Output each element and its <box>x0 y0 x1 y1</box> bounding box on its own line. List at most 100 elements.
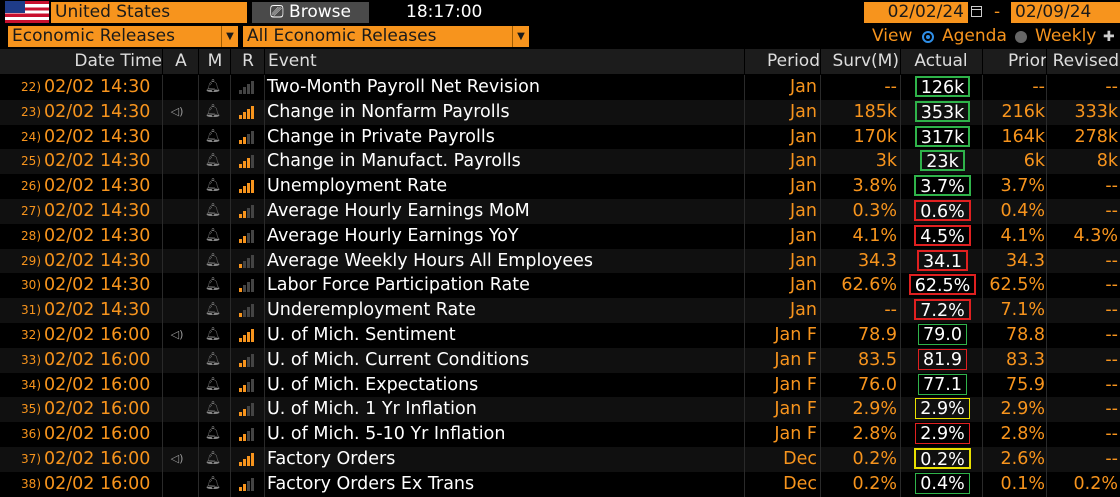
event-name[interactable]: Two-Month Payroll Net Revision <box>267 75 737 100</box>
category-dropdown[interactable]: Economic Releases ▼ <box>8 26 238 47</box>
event-name[interactable]: U. of Mich. 1 Yr Inflation <box>267 397 737 422</box>
bell-icon[interactable]: 🔔︎ <box>204 323 222 348</box>
col-relevance[interactable]: R <box>230 49 265 74</box>
row-number[interactable]: 34) <box>18 373 41 398</box>
country-field[interactable]: United States <box>51 2 247 23</box>
table-row[interactable]: 29) 02/02 14:30 🔔︎ Average Weekly Hours All… <box>0 248 1120 274</box>
table-row[interactable]: 34) 02/02 16:00 🔔︎ U. of Mich. Expectations… <box>0 372 1120 398</box>
bell-icon[interactable]: 🔔︎ <box>204 125 222 150</box>
row-number[interactable]: 27) <box>18 199 41 224</box>
event-name[interactable]: Underemployment Rate <box>267 298 737 323</box>
row-number[interactable]: 28) <box>18 224 41 249</box>
bell-icon[interactable]: 🔔︎ <box>204 249 222 274</box>
col-event[interactable]: Event <box>264 49 748 74</box>
event-name[interactable]: Average Hourly Earnings YoY <box>267 224 737 249</box>
row-number[interactable]: 36) <box>18 422 41 447</box>
bell-icon[interactable]: 🔔︎ <box>204 273 222 298</box>
browse-button[interactable]: ⎚ Browse <box>252 2 369 23</box>
bell-icon[interactable]: 🔔︎ <box>204 149 222 174</box>
table-row[interactable]: 26) 02/02 14:30 🔔︎ Unemployment Rate Jan 3.8%… <box>0 174 1120 199</box>
bell-icon[interactable]: 🔔︎ <box>204 397 222 422</box>
agenda-option-label[interactable]: Agenda <box>942 26 1007 47</box>
event-name[interactable]: U. of Mich. Current Conditions <box>267 348 737 373</box>
row-number[interactable]: 31) <box>18 298 41 323</box>
row-number[interactable]: 37) <box>18 447 41 472</box>
agenda-radio[interactable] <box>922 31 934 43</box>
table-row[interactable]: 37) 02/02 16:00 ◁) 🔔︎ Factory Orders Dec 0.2% 0… <box>0 447 1120 472</box>
bell-icon[interactable]: 🔔︎ <box>204 298 222 323</box>
bell-icon[interactable]: 🔔︎ <box>204 422 222 447</box>
row-number[interactable]: 26) <box>18 174 41 199</box>
speaker-icon[interactable]: ◁) <box>168 323 186 348</box>
event-name[interactable]: U. of Mich. Sentiment <box>267 323 737 348</box>
event-name[interactable]: U. of Mich. 5-10 Yr Inflation <box>267 422 737 447</box>
table-row[interactable]: 36) 02/02 16:00 🔔︎ U. of Mich. 5-10 Yr Infl… <box>0 422 1120 447</box>
relevance-bar <box>251 180 254 194</box>
event-name[interactable]: U. of Mich. Expectations <box>267 373 737 398</box>
speaker-icon[interactable]: ◁) <box>168 100 186 125</box>
column-divider <box>1046 199 1047 224</box>
col-my-events[interactable]: M <box>198 49 231 74</box>
event-name[interactable]: Change in Private Payrolls <box>267 125 737 150</box>
table-row[interactable]: 38) 02/02 16:00 🔔︎ Factory Orders Ex Trans D… <box>0 471 1120 497</box>
weekly-option-label[interactable]: Weekly <box>1035 26 1096 47</box>
row-number[interactable]: 35) <box>18 397 41 422</box>
table-row[interactable]: 22) 02/02 14:30 🔔︎ Two-Month Payroll Net Re… <box>0 75 1120 100</box>
table-row[interactable]: 32) 02/02 16:00 ◁) 🔔︎ U. of Mich. Sentiment J… <box>0 323 1120 348</box>
bell-icon[interactable]: 🔔︎ <box>204 348 222 373</box>
event-name[interactable]: Labor Force Participation Rate <box>267 273 737 298</box>
col-period[interactable]: Period <box>744 49 820 74</box>
row-number[interactable]: 23) <box>18 100 41 125</box>
row-number[interactable]: 38) <box>18 472 41 497</box>
start-date-field[interactable]: 02/02/24 <box>864 2 968 23</box>
table-row[interactable]: 31) 02/02 14:30 🔔︎ Underemployment Rate Jan -… <box>0 298 1120 323</box>
event-name[interactable]: Unemployment Rate <box>267 174 737 199</box>
chevron-down-icon[interactable]: ▼ <box>512 26 529 47</box>
weekly-radio[interactable] <box>1015 31 1027 43</box>
row-number[interactable]: 24) <box>18 125 41 150</box>
row-number[interactable]: 30) <box>18 273 41 298</box>
bell-icon[interactable]: 🔔︎ <box>204 373 222 398</box>
bell-icon[interactable]: 🔔︎ <box>204 472 222 497</box>
col-prior[interactable]: Prior <box>982 49 1047 74</box>
event-name[interactable]: Average Hourly Earnings MoM <box>267 199 737 224</box>
event-name[interactable]: Change in Nonfarm Payrolls <box>267 100 737 125</box>
table-row[interactable]: 24) 02/02 14:30 🔔︎ Change in Private Payrol… <box>0 124 1120 150</box>
bell-icon[interactable]: 🔔︎ <box>204 75 222 100</box>
subcategory-dropdown[interactable]: All Economic Releases ▼ <box>243 26 529 47</box>
chevron-down-icon[interactable]: ▼ <box>221 26 238 47</box>
table-row[interactable]: 27) 02/02 14:30 🔔︎ Average Hourly Earnings … <box>0 199 1120 224</box>
col-survey[interactable]: Surv(M) <box>820 49 899 74</box>
row-number[interactable]: 22) <box>18 75 41 100</box>
event-name[interactable]: Factory Orders Ex Trans <box>267 472 737 497</box>
calendar-icon[interactable] <box>971 6 982 17</box>
row-number[interactable]: 29) <box>18 249 41 274</box>
event-name[interactable]: Average Weekly Hours All Employees <box>267 249 737 274</box>
event-name[interactable]: Change in Manufact. Payrolls <box>267 149 737 174</box>
col-actual[interactable]: Actual <box>900 49 981 74</box>
bell-icon[interactable]: 🔔︎ <box>204 100 222 125</box>
bell-icon[interactable]: 🔔︎ <box>204 199 222 224</box>
col-revised[interactable]: Revised <box>1046 49 1119 74</box>
bell-icon[interactable]: 🔔︎ <box>204 447 222 472</box>
row-number[interactable]: 33) <box>18 348 41 373</box>
table-row[interactable]: 30) 02/02 14:30 🔔︎ Labor Force Participatio… <box>0 273 1120 299</box>
row-number[interactable]: 32) <box>18 323 41 348</box>
settings-gear-icon[interactable]: ✚ <box>1103 27 1115 48</box>
event-name[interactable]: Factory Orders <box>267 447 737 472</box>
end-date-field[interactable]: 02/09/24 <box>1011 2 1120 23</box>
table-row[interactable]: 28) 02/02 14:30 🔔︎ Average Hourly Earnings … <box>0 223 1120 249</box>
table-row[interactable]: 35) 02/02 16:00 🔔︎ U. of Mich. 1 Yr Inflati… <box>0 397 1120 423</box>
col-date-time[interactable]: Date Time <box>68 49 162 74</box>
revised-value: 333k <box>1074 101 1118 122</box>
speaker-icon[interactable]: ◁) <box>168 447 186 472</box>
table-row[interactable]: 25) 02/02 14:30 🔔︎ Change in Manufact. Payr… <box>0 149 1120 175</box>
col-alert[interactable]: A <box>162 49 199 74</box>
column-divider <box>198 124 199 150</box>
row-number[interactable]: 25) <box>18 149 41 174</box>
bell-icon[interactable]: 🔔︎ <box>204 174 222 199</box>
bell-icon[interactable]: 🔔︎ <box>204 224 222 249</box>
table-row[interactable]: 33) 02/02 16:00 🔔︎ U. of Mich. Current Cond… <box>0 347 1120 373</box>
column-divider <box>900 471 901 497</box>
table-row[interactable]: 23) 02/02 14:30 ◁) 🔔︎ Change in Nonfarm Payr… <box>0 99 1120 125</box>
